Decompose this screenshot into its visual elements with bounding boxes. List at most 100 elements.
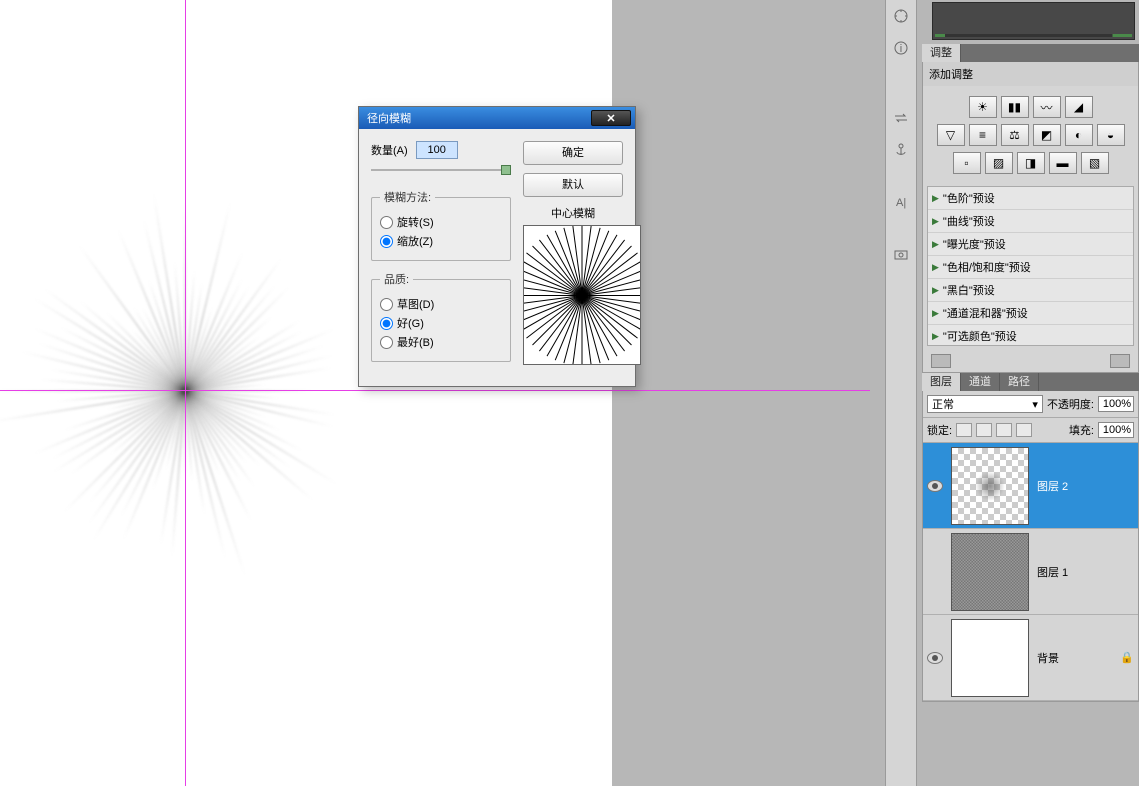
triangle-icon: ▶ (932, 216, 939, 227)
triangle-icon: ▶ (932, 239, 939, 250)
quality-group: 品质: 草图(D) 好(G) 最好(B) (371, 271, 511, 362)
preset-label: "色阶"预设 (943, 190, 995, 206)
adjustments-panel: 添加调整 ☀ ▮▮ 〰 ◢ ▽ ≡ ⚖ ◩ ◐ ◒ ▫ ▨ ◨ ▬ ▧ (922, 62, 1139, 373)
preset-label: "黑白"预设 (943, 282, 995, 298)
layer-list: 图层 2 图层 1 背景 🔒 (923, 443, 1138, 701)
adj-invert-icon[interactable]: ▫ (953, 152, 981, 174)
opacity-label: 不透明度: (1047, 396, 1094, 412)
triangle-icon: ▶ (932, 308, 939, 319)
triangle-icon: ▶ (932, 285, 939, 296)
layer-name[interactable]: 图层 2 (1037, 478, 1134, 494)
preset-item[interactable]: ▶ "可选颜色"预设 (928, 325, 1133, 346)
anchor-icon[interactable] (889, 138, 913, 162)
dialog-title-text: 径向模糊 (363, 110, 591, 126)
adj-bw-icon[interactable]: ◩ (1033, 124, 1061, 146)
guide-horizontal[interactable] (0, 390, 870, 391)
layer-thumbnail (951, 533, 1029, 611)
tab-layers[interactable]: 图层 (922, 373, 961, 391)
triangle-icon: ▶ (932, 331, 939, 342)
swap-icon[interactable] (889, 106, 913, 130)
preset-item[interactable]: ▶ "通道混和器"预设 (928, 302, 1133, 325)
amount-input[interactable] (416, 141, 458, 159)
adj-brightness-icon[interactable]: ☀ (969, 96, 997, 118)
chevron-down-icon: ▾ (1032, 398, 1038, 411)
preset-label: "可选颜色"预设 (943, 328, 1017, 344)
lock-pixels-icon[interactable] (976, 423, 992, 437)
add-adjustment-label: 添加调整 (923, 62, 1138, 86)
layer-thumbnail (951, 619, 1029, 697)
tab-adjustments[interactable]: 调整 (922, 44, 961, 62)
slider-thumb[interactable] (501, 165, 511, 175)
reset-button[interactable]: 默认 (523, 173, 623, 197)
adj-selective-color-icon[interactable]: ▧ (1081, 152, 1109, 174)
adj-levels-icon[interactable]: ▮▮ (1001, 96, 1029, 118)
adj-gradient-map-icon[interactable]: ▬ (1049, 152, 1077, 174)
lock-all-icon[interactable] (1016, 423, 1032, 437)
preset-item[interactable]: ▶ "黑白"预设 (928, 279, 1133, 302)
preset-item[interactable]: ▶"色阶"预设 (928, 187, 1133, 210)
adj-posterize-icon[interactable]: ▨ (985, 152, 1013, 174)
quality-best-radio[interactable]: 最好(B) (380, 334, 502, 350)
adj-balance-icon[interactable]: ⚖ (1001, 124, 1029, 146)
dialog-titlebar[interactable]: 径向模糊 ✕ (359, 107, 635, 129)
amount-slider[interactable] (371, 163, 511, 177)
character-icon[interactable]: A| (889, 190, 913, 214)
tab-channels[interactable]: 通道 (961, 373, 1000, 391)
method-zoom-radio[interactable]: 缩放(Z) (380, 233, 502, 249)
preset-footer-icon-left[interactable] (931, 354, 951, 368)
method-spin-radio[interactable]: 旋转(S) (380, 214, 502, 230)
layer-row[interactable]: 背景 🔒 (923, 615, 1138, 701)
camera-icon[interactable] (889, 242, 913, 266)
blend-mode-select[interactable]: 正常▾ (927, 395, 1043, 413)
quality-good-radio[interactable]: 好(G) (380, 315, 502, 331)
center-blur-preview[interactable] (523, 225, 641, 365)
blur-method-group: 模糊方法: 旋转(S) 缩放(Z) (371, 189, 511, 261)
preset-label: "色相/饱和度"预设 (943, 259, 1031, 275)
opacity-input[interactable] (1098, 396, 1134, 412)
info-icon[interactable]: i (889, 36, 913, 60)
preset-item[interactable]: ▶ "曲线"预设 (928, 210, 1133, 233)
lock-icon: 🔒 (1120, 651, 1134, 664)
layer-row[interactable]: 图层 2 (923, 443, 1138, 529)
layer-name[interactable]: 图层 1 (1037, 564, 1134, 580)
method-legend: 模糊方法: (380, 189, 435, 205)
preset-item[interactable]: ▶ "曝光度"预设 (928, 233, 1133, 256)
adj-hue-icon[interactable]: ≡ (969, 124, 997, 146)
lock-transparency-icon[interactable] (956, 423, 972, 437)
histogram-panel[interactable] (932, 2, 1135, 40)
triangle-icon: ▶ (932, 262, 939, 273)
amount-label: 数量(A) (371, 142, 408, 158)
svg-text:A|: A| (896, 197, 906, 209)
adj-vibrance-icon[interactable]: ▽ (937, 124, 965, 146)
preset-label: "通道混和器"预设 (943, 305, 1028, 321)
preset-label: "曝光度"预设 (943, 236, 1006, 252)
close-button[interactable]: ✕ (591, 110, 631, 126)
lock-position-icon[interactable] (996, 423, 1012, 437)
layers-panel: 正常▾ 不透明度: 锁定: 填充: 图层 2图层 1背景🔒 (922, 391, 1139, 702)
visibility-toggle[interactable] (927, 480, 943, 492)
fill-label: 填充: (1069, 422, 1094, 438)
guide-vertical[interactable] (185, 0, 186, 786)
radial-blur-dialog: 径向模糊 ✕ 数量(A) 模糊方法: 旋转(S) 缩放(Z) 品质: (358, 106, 636, 387)
adjustments-tabs: 调整 (922, 44, 1139, 62)
layer-name[interactable]: 背景 (1037, 650, 1112, 666)
tab-paths[interactable]: 路径 (1000, 373, 1039, 391)
adj-channel-mixer-icon[interactable]: ◒ (1097, 124, 1125, 146)
compass-icon[interactable] (889, 4, 913, 28)
ok-button[interactable]: 确定 (523, 141, 623, 165)
visibility-toggle[interactable] (927, 652, 943, 664)
preset-label: "曲线"预设 (943, 213, 995, 229)
adj-threshold-icon[interactable]: ◨ (1017, 152, 1045, 174)
quality-draft-radio[interactable]: 草图(D) (380, 296, 502, 312)
layers-tabs: 图层 通道 路径 (922, 373, 1139, 391)
fill-input[interactable] (1098, 422, 1134, 438)
adj-exposure-icon[interactable]: ◢ (1065, 96, 1093, 118)
preset-footer-icon-right[interactable] (1110, 354, 1130, 368)
center-blur-label: 中心模糊 (523, 205, 623, 221)
adj-photo-filter-icon[interactable]: ◐ (1065, 124, 1093, 146)
adj-curves-icon[interactable]: 〰 (1033, 96, 1061, 118)
layer-row[interactable]: 图层 1 (923, 529, 1138, 615)
layer-thumbnail (951, 447, 1029, 525)
preset-item[interactable]: ▶ "色相/饱和度"预设 (928, 256, 1133, 279)
sidebar-dock: i A| (885, 0, 917, 786)
